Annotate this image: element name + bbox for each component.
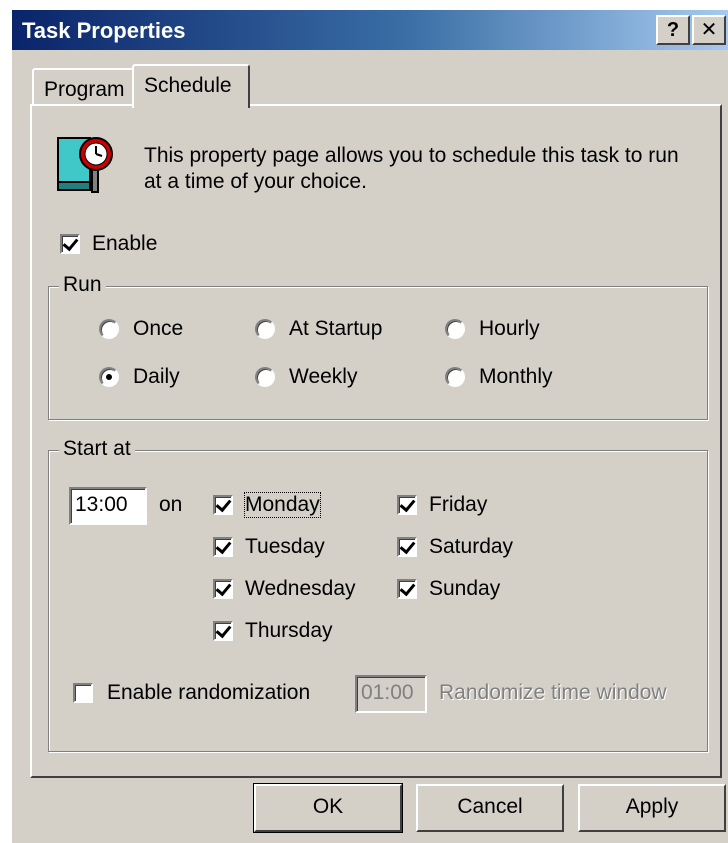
start-at-group: Start at 13:00 on Monday Tuesday Wednesd… (48, 437, 708, 752)
tab-schedule[interactable]: Schedule (132, 64, 250, 108)
run-at-startup-label[interactable]: At Startup (289, 317, 382, 341)
run-weekly-label[interactable]: Weekly (289, 365, 357, 389)
run-daily-label[interactable]: Daily (133, 365, 180, 389)
enable-randomization-label[interactable]: Enable randomization (107, 681, 310, 705)
run-monthly-radio[interactable] (445, 367, 465, 387)
title-bar[interactable]: Task Properties ? ✕ (12, 10, 728, 50)
task-clock-icon (57, 137, 113, 193)
window-title: Task Properties (22, 18, 186, 43)
run-weekly-radio[interactable] (255, 367, 275, 387)
run-legend: Run (59, 273, 106, 297)
day-sunday-label[interactable]: Sunday (429, 577, 500, 601)
day-sunday-checkbox[interactable] (397, 579, 417, 599)
day-saturday-label[interactable]: Saturday (429, 535, 513, 559)
close-button[interactable]: ✕ (692, 15, 726, 45)
day-wednesday-label[interactable]: Wednesday (245, 577, 356, 601)
enable-label[interactable]: Enable (92, 232, 157, 256)
day-monday-label[interactable]: Monday (244, 492, 321, 518)
start-time-input[interactable]: 13:00 (69, 487, 147, 525)
day-tuesday-checkbox[interactable] (213, 537, 233, 557)
cancel-button[interactable]: Cancel (416, 784, 564, 832)
tab-program[interactable]: Program (32, 68, 134, 108)
help-button[interactable]: ? (656, 15, 690, 45)
day-saturday-checkbox[interactable] (397, 537, 417, 557)
on-label: on (159, 493, 183, 516)
run-monthly-label[interactable]: Monthly (479, 365, 553, 389)
day-wednesday-checkbox[interactable] (213, 579, 233, 599)
enable-randomization-checkbox[interactable] (73, 683, 93, 703)
start-at-legend: Start at (59, 437, 135, 461)
ok-button[interactable]: OK (253, 783, 403, 833)
run-at-startup-radio[interactable] (255, 319, 275, 339)
run-group: Run Once At Startup Hourly Daily Weekly … (48, 273, 708, 420)
run-hourly-label[interactable]: Hourly (479, 317, 540, 341)
description-line-2: at a time of your choice. (144, 170, 367, 193)
day-thursday-label[interactable]: Thursday (245, 619, 333, 643)
run-once-label[interactable]: Once (133, 317, 183, 341)
schedule-panel: This property page allows you to schedul… (30, 104, 722, 778)
random-window-input: 01:00 (355, 675, 427, 713)
day-tuesday-label[interactable]: Tuesday (245, 535, 325, 559)
description-line-1: This property page allows you to schedul… (144, 144, 679, 167)
day-thursday-checkbox[interactable] (213, 621, 233, 641)
day-friday-checkbox[interactable] (397, 495, 417, 515)
run-hourly-radio[interactable] (445, 319, 465, 339)
random-window-label: Randomize time window (439, 681, 667, 704)
task-properties-dialog: Task Properties ? ✕ Program Schedule Thi… (10, 8, 728, 843)
run-once-radio[interactable] (99, 319, 119, 339)
enable-checkbox[interactable] (60, 234, 80, 254)
apply-button[interactable]: Apply (578, 784, 726, 832)
day-friday-label[interactable]: Friday (429, 493, 487, 517)
day-monday-checkbox[interactable] (213, 495, 233, 515)
run-daily-radio[interactable] (99, 367, 119, 387)
tab-schedule-label: Schedule (144, 74, 232, 97)
